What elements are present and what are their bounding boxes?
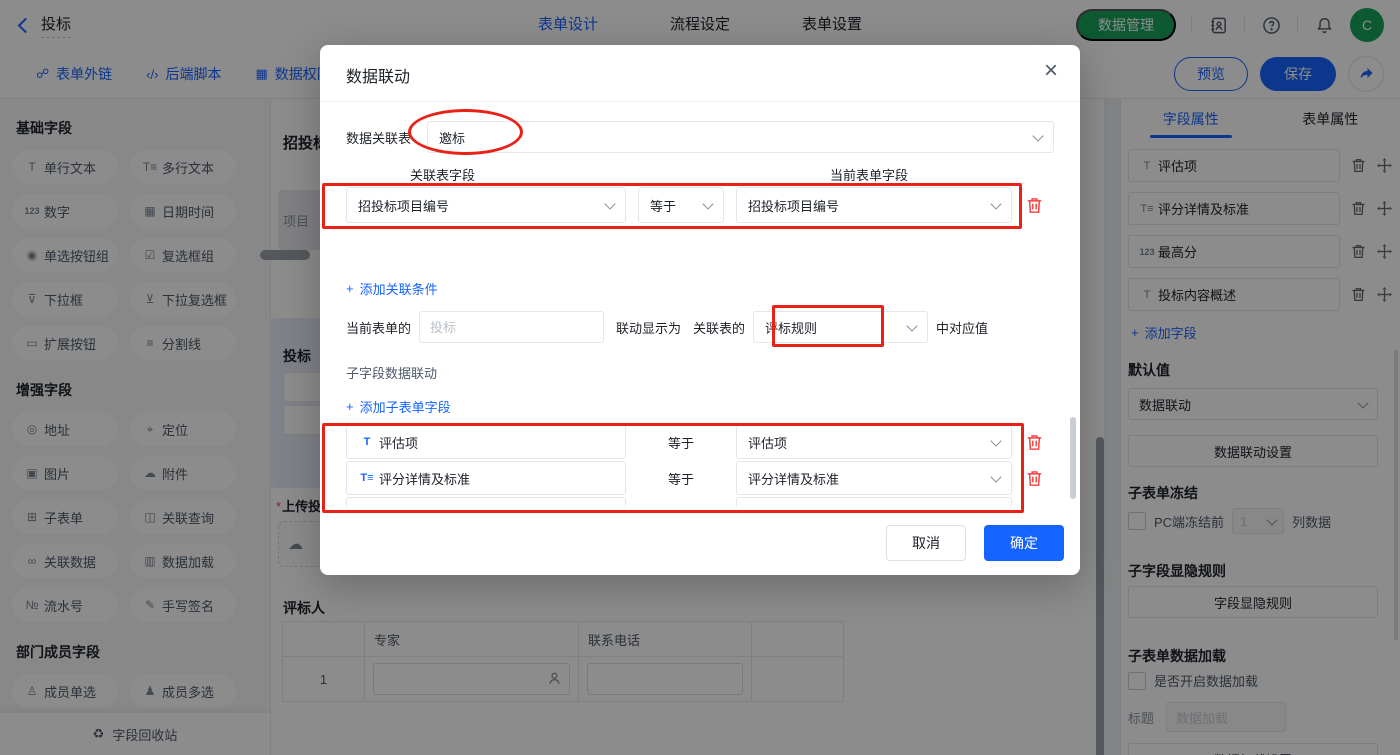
modal-scrollbar[interactable] — [1070, 417, 1076, 499]
delete-condition-icon[interactable] — [1026, 197, 1043, 214]
chevron-down-icon — [702, 197, 714, 210]
chevron-down-icon — [604, 197, 616, 210]
subfield-source[interactable]: T≡ 评分详情及标准 — [346, 461, 626, 495]
close-icon[interactable]: × — [1044, 59, 1058, 83]
cancel-button[interactable]: 取消 — [886, 525, 966, 561]
plus-icon: + — [346, 281, 354, 296]
related-field-select[interactable]: 评标规则 — [753, 311, 929, 343]
chevron-down-icon — [990, 470, 1002, 483]
relation-table-select[interactable]: 邀标 — [427, 121, 1054, 153]
chevron-down-icon — [906, 319, 918, 332]
add-condition-link[interactable]: + 添加关联条件 — [346, 279, 438, 298]
subfield-section-label: 子字段数据联动 — [346, 366, 438, 381]
add-subfield-link[interactable]: + 添加子表单字段 — [346, 397, 451, 416]
subfield-target-select[interactable]: 评估项 — [736, 425, 1012, 459]
subfield-target-select[interactable]: 评分详情及标准 — [736, 461, 1012, 495]
subfield-target-select[interactable] — [736, 497, 1012, 507]
modal-title: 数据联动 — [346, 69, 411, 86]
delete-subfield-icon[interactable] — [1026, 470, 1043, 487]
plus-icon: + — [346, 399, 354, 414]
subfield-source[interactable] — [346, 497, 626, 507]
relation-table-row: 数据关联表 邀标 — [346, 121, 1054, 153]
text-icon: T — [363, 436, 371, 448]
subfield-mapping-list: T 评估项 等于 评估项 T≡ 评分详情及标准 等于 评分详情及标准 — [346, 425, 1054, 507]
subfield-mapping-row-clipped — [346, 497, 1054, 507]
left-column-header: 关联表字段 — [410, 168, 476, 183]
right-column-header: 当前表单字段 — [830, 168, 909, 183]
operator-select[interactable]: 等于 — [638, 187, 724, 223]
modal-header: 数据联动 × — [320, 45, 1080, 102]
subfield-mapping-row: T 评估项 等于 评估项 — [346, 425, 1054, 459]
data-linkage-modal: 数据联动 × 数据关联表 邀标 关联表字段 当前表单字段 招投标项目编号 等于 … — [320, 45, 1080, 575]
app: 投标 表单设计 流程设定 表单设置 数据管理 C ☍ 表单外链 ‹/› 后端脚本… — [0, 0, 1400, 755]
linkage-display-row: 当前表单的 联动显示为 关联表的 评标规则 中对应值 — [346, 311, 988, 343]
chevron-down-icon — [990, 197, 1002, 210]
chevron-down-icon — [990, 434, 1002, 447]
delete-subfield-icon[interactable] — [1026, 434, 1043, 451]
confirm-button[interactable]: 确定 — [984, 525, 1064, 561]
current-field-input[interactable] — [419, 311, 605, 343]
subfield-source[interactable]: T 评估项 — [346, 425, 626, 459]
relation-field-select[interactable]: 招投标项目编号 — [346, 187, 626, 223]
condition-row: 招投标项目编号 等于 招投标项目编号 — [346, 187, 1043, 223]
textarea-icon: T≡ — [360, 472, 374, 484]
current-form-field-select[interactable]: 招投标项目编号 — [736, 187, 1012, 223]
subfield-mapping-row: T≡ 评分详情及标准 等于 评分详情及标准 — [346, 461, 1054, 495]
chevron-down-icon — [1032, 129, 1044, 142]
